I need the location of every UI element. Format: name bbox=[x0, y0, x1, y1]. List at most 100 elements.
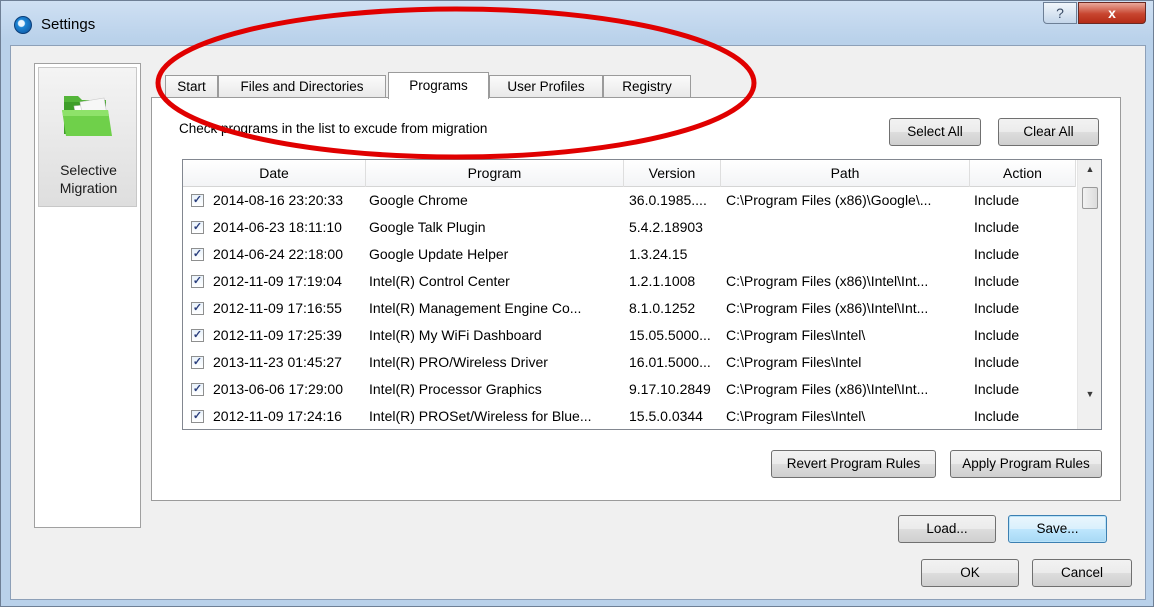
app-icon bbox=[14, 16, 32, 34]
row-path: C:\Program Files (x86)\Intel\Int... bbox=[726, 381, 929, 397]
row-version: 16.01.5000... bbox=[629, 354, 711, 370]
table-row[interactable]: ✓ 2014-08-16 23:20:33 Google Chrome 36.0… bbox=[183, 187, 1076, 214]
row-date: 2012-11-09 17:25:39 bbox=[213, 327, 342, 343]
row-action: Include bbox=[974, 408, 1020, 424]
save-button[interactable]: Save... bbox=[1008, 515, 1107, 543]
clear-all-button[interactable]: Clear All bbox=[998, 118, 1099, 146]
row-path: C:\Program Files (x86)\Intel\Int... bbox=[726, 273, 929, 289]
table-row[interactable]: ✓ 2013-11-23 01:45:27 Intel(R) PRO/Wirel… bbox=[183, 349, 1076, 376]
row-date: 2012-11-09 17:19:04 bbox=[213, 273, 342, 289]
row-program: Intel(R) Control Center bbox=[369, 273, 510, 289]
row-program: Intel(R) PROSet/Wireless for Blue... bbox=[369, 408, 592, 424]
table-row[interactable]: ✓ 2012-11-09 17:19:04 Intel(R) Control C… bbox=[183, 268, 1076, 295]
row-action: Include bbox=[974, 219, 1020, 235]
row-program: Intel(R) Management Engine Co... bbox=[369, 300, 582, 316]
row-date: 2013-11-23 01:45:27 bbox=[213, 354, 342, 370]
row-checkbox[interactable]: ✓ bbox=[191, 410, 204, 423]
tab-start[interactable]: Start bbox=[165, 75, 218, 98]
table-row[interactable]: ✓ 2012-11-09 17:24:16 Intel(R) PROSet/Wi… bbox=[183, 403, 1076, 429]
tab-files-and-directories[interactable]: Files and Directories bbox=[218, 75, 386, 98]
row-action: Include bbox=[974, 192, 1020, 208]
row-date: 2014-06-23 18:11:10 bbox=[213, 219, 342, 235]
scroll-up-arrow-icon[interactable]: ▲ bbox=[1078, 160, 1101, 178]
nav-item-label: Selective Migration bbox=[59, 162, 118, 196]
row-date: 2014-06-24 22:18:00 bbox=[213, 246, 343, 262]
programs-list[interactable]: Date Program Version Path Action ✓ 2014-… bbox=[182, 159, 1102, 430]
row-version: 15.5.0.0344 bbox=[629, 408, 703, 424]
column-header-date[interactable]: Date bbox=[183, 160, 366, 187]
row-program: Intel(R) Processor Graphics bbox=[369, 381, 542, 397]
row-program: Google Talk Plugin bbox=[369, 219, 486, 235]
row-path: C:\Program Files (x86)\Intel\Int... bbox=[726, 300, 929, 316]
table-row[interactable]: ✓ 2012-11-09 17:25:39 Intel(R) My WiFi D… bbox=[183, 322, 1076, 349]
close-button[interactable]: x bbox=[1078, 2, 1146, 24]
dialog-client-area: Selective Migration Start Files and Dire… bbox=[10, 45, 1146, 600]
row-checkbox[interactable]: ✓ bbox=[191, 248, 204, 261]
nav-item-selective-migration[interactable]: Selective Migration bbox=[38, 67, 137, 207]
column-header-path[interactable]: Path bbox=[721, 160, 970, 187]
list-vertical-scrollbar[interactable]: ▲ ▼ bbox=[1077, 160, 1101, 429]
row-date: 2012-11-09 17:24:16 bbox=[213, 408, 342, 424]
row-action: Include bbox=[974, 273, 1020, 289]
scroll-down-arrow-icon[interactable]: ▼ bbox=[1078, 385, 1101, 403]
title-bar[interactable]: Settings ? x bbox=[1, 1, 1153, 45]
tab-programs[interactable]: Programs bbox=[388, 72, 489, 99]
scrollbar-thumb[interactable] bbox=[1082, 187, 1098, 209]
row-checkbox[interactable]: ✓ bbox=[191, 275, 204, 288]
column-header-action[interactable]: Action bbox=[970, 160, 1076, 187]
row-checkbox[interactable]: ✓ bbox=[191, 194, 204, 207]
row-action: Include bbox=[974, 354, 1020, 370]
row-program: Intel(R) My WiFi Dashboard bbox=[369, 327, 542, 343]
row-action: Include bbox=[974, 246, 1020, 262]
row-program: Google Chrome bbox=[369, 192, 468, 208]
row-path bbox=[726, 214, 970, 241]
row-version: 36.0.1985.... bbox=[629, 192, 707, 208]
row-program: Google Update Helper bbox=[369, 246, 509, 262]
row-version: 1.2.1.1008 bbox=[629, 273, 696, 289]
row-action: Include bbox=[974, 327, 1020, 343]
window-title: Settings bbox=[41, 16, 96, 33]
revert-program-rules-button[interactable]: Revert Program Rules bbox=[771, 450, 936, 478]
settings-window: Settings ? x Selective Migration Start F… bbox=[0, 0, 1154, 607]
programs-hint-text: Check programs in the list to excude fro… bbox=[179, 121, 488, 136]
row-checkbox[interactable]: ✓ bbox=[191, 356, 204, 369]
row-path: C:\Program Files\Intel\ bbox=[726, 327, 866, 343]
row-version: 9.17.10.2849 bbox=[629, 381, 711, 397]
row-path: C:\Program Files\Intel bbox=[726, 354, 862, 370]
nav-panel: Selective Migration bbox=[34, 63, 141, 528]
row-checkbox[interactable]: ✓ bbox=[191, 383, 204, 396]
row-version: 8.1.0.1252 bbox=[629, 300, 696, 316]
folder-icon bbox=[62, 96, 112, 136]
tab-registry[interactable]: Registry bbox=[603, 75, 691, 98]
table-row[interactable]: ✓ 2014-06-24 22:18:00 Google Update Help… bbox=[183, 241, 1076, 268]
row-date: 2012-11-09 17:16:55 bbox=[213, 300, 342, 316]
row-checkbox[interactable]: ✓ bbox=[191, 329, 204, 342]
row-path: C:\Program Files\Intel\ bbox=[726, 408, 866, 424]
row-action: Include bbox=[974, 300, 1020, 316]
load-button[interactable]: Load... bbox=[898, 515, 996, 543]
row-version: 1.3.24.15 bbox=[629, 246, 688, 262]
row-path: C:\Program Files (x86)\Google\... bbox=[726, 192, 932, 208]
apply-program-rules-button[interactable]: Apply Program Rules bbox=[950, 450, 1102, 478]
column-header-program[interactable]: Program bbox=[366, 160, 624, 187]
row-version: 15.05.5000... bbox=[629, 327, 711, 343]
list-header: Date Program Version Path Action bbox=[183, 160, 1076, 187]
table-row[interactable]: ✓ 2012-11-09 17:16:55 Intel(R) Managemen… bbox=[183, 295, 1076, 322]
row-path bbox=[726, 241, 970, 268]
row-program: Intel(R) PRO/Wireless Driver bbox=[369, 354, 548, 370]
ok-button[interactable]: OK bbox=[921, 559, 1019, 587]
column-header-version[interactable]: Version bbox=[624, 160, 721, 187]
programs-tab-panel: Check programs in the list to excude fro… bbox=[151, 97, 1121, 501]
tab-user-profiles[interactable]: User Profiles bbox=[489, 75, 603, 98]
table-row[interactable]: ✓ 2014-06-23 18:11:10 Google Talk Plugin… bbox=[183, 214, 1076, 241]
row-checkbox[interactable]: ✓ bbox=[191, 221, 204, 234]
row-version: 5.4.2.18903 bbox=[629, 219, 703, 235]
row-date: 2013-06-06 17:29:00 bbox=[213, 381, 343, 397]
cancel-button[interactable]: Cancel bbox=[1032, 559, 1132, 587]
row-date: 2014-08-16 23:20:33 bbox=[213, 192, 343, 208]
help-button[interactable]: ? bbox=[1043, 2, 1077, 24]
select-all-button[interactable]: Select All bbox=[889, 118, 981, 146]
table-row[interactable]: ✓ 2013-06-06 17:29:00 Intel(R) Processor… bbox=[183, 376, 1076, 403]
row-checkbox[interactable]: ✓ bbox=[191, 302, 204, 315]
row-action: Include bbox=[974, 381, 1020, 397]
